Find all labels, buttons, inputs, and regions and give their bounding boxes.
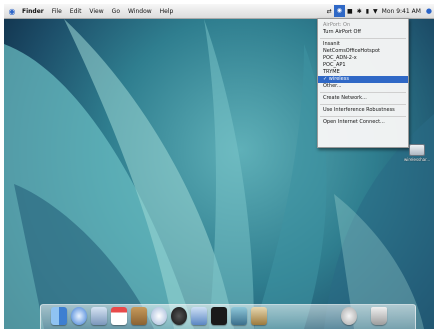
photos-icon[interactable] [251, 307, 267, 325]
addressbook-icon[interactable] [131, 307, 147, 325]
menu-edit[interactable]: Edit [66, 8, 86, 15]
menu-extras: ⇄ ◉ ■ ✱ ▮ ▼ Mon 9:41 AM ● [325, 4, 434, 18]
bluetooth-menu-icon[interactable]: ✱ [355, 8, 364, 15]
dashboard-icon[interactable] [171, 307, 187, 325]
airport-menu: AirPort: On Turn AirPort Off Insanit Net… [317, 18, 409, 148]
network-item-selected[interactable]: ✓ wireless [318, 76, 408, 83]
itunes-icon[interactable] [151, 307, 167, 325]
menu-help[interactable]: Help [156, 8, 178, 15]
menu-view[interactable]: View [85, 8, 107, 15]
airport-status: AirPort: On [323, 22, 351, 28]
apple-menu-icon[interactable]: ◉ [6, 7, 18, 16]
turn-airport-off-item[interactable]: Turn AirPort Off [318, 29, 408, 36]
desktop-icon-label: wirelesshar... [404, 157, 431, 162]
network-label: wireless [328, 76, 349, 82]
preview-icon[interactable] [231, 307, 247, 325]
spotlight-icon[interactable]: ● [426, 7, 432, 15]
menu-window[interactable]: Window [124, 8, 156, 15]
menu-separator [320, 38, 406, 39]
network-item[interactable]: POC_AP1 [318, 62, 408, 69]
battery-icon[interactable]: ▮ [364, 8, 371, 15]
clock[interactable]: Mon 9:41 AM [380, 8, 423, 15]
desktop: ◉ Finder File Edit View Go Window Help ⇄… [4, 4, 434, 329]
bluetooth-icon[interactable] [191, 307, 207, 325]
open-internet-connect-item[interactable]: Open Internet Connect... [318, 119, 408, 126]
menu-finder[interactable]: Finder [18, 8, 48, 15]
trash-icon[interactable] [371, 307, 387, 325]
display-icon[interactable]: ■ [345, 8, 355, 15]
interference-robustness-item[interactable]: Use Interference Robustness [318, 107, 408, 114]
globe-icon[interactable] [341, 307, 357, 325]
other-network-item[interactable]: Other... [318, 83, 408, 90]
dock [40, 304, 416, 329]
volume-icon[interactable]: ▼ [371, 8, 380, 15]
menu-separator [320, 104, 406, 105]
create-network-item[interactable]: Create Network... [318, 95, 408, 102]
finder-icon[interactable] [51, 307, 67, 325]
airport-menu-icon[interactable]: ◉ [333, 5, 346, 17]
drive-icon [409, 144, 425, 156]
terminal-icon[interactable] [211, 307, 227, 325]
menu-separator [320, 92, 406, 93]
desktop-drive-icon[interactable]: wirelesshar... [404, 144, 430, 162]
ical-icon[interactable] [111, 307, 127, 325]
sync-icon[interactable]: ⇄ [325, 8, 334, 15]
safari-icon[interactable] [71, 307, 87, 325]
menu-bar: ◉ Finder File Edit View Go Window Help ⇄… [4, 4, 434, 19]
network-item[interactable]: NetComsOfficeHotspot [318, 48, 408, 55]
menu-go[interactable]: Go [108, 8, 124, 15]
network-item[interactable]: TRYME [318, 69, 408, 76]
mail-icon[interactable] [91, 307, 107, 325]
menu-separator [320, 116, 406, 117]
checkmark-icon: ✓ [323, 76, 328, 82]
network-item[interactable]: Insanit [318, 41, 408, 48]
menu-file[interactable]: File [48, 8, 66, 15]
network-item[interactable]: POC_ADN-2-x [318, 55, 408, 62]
